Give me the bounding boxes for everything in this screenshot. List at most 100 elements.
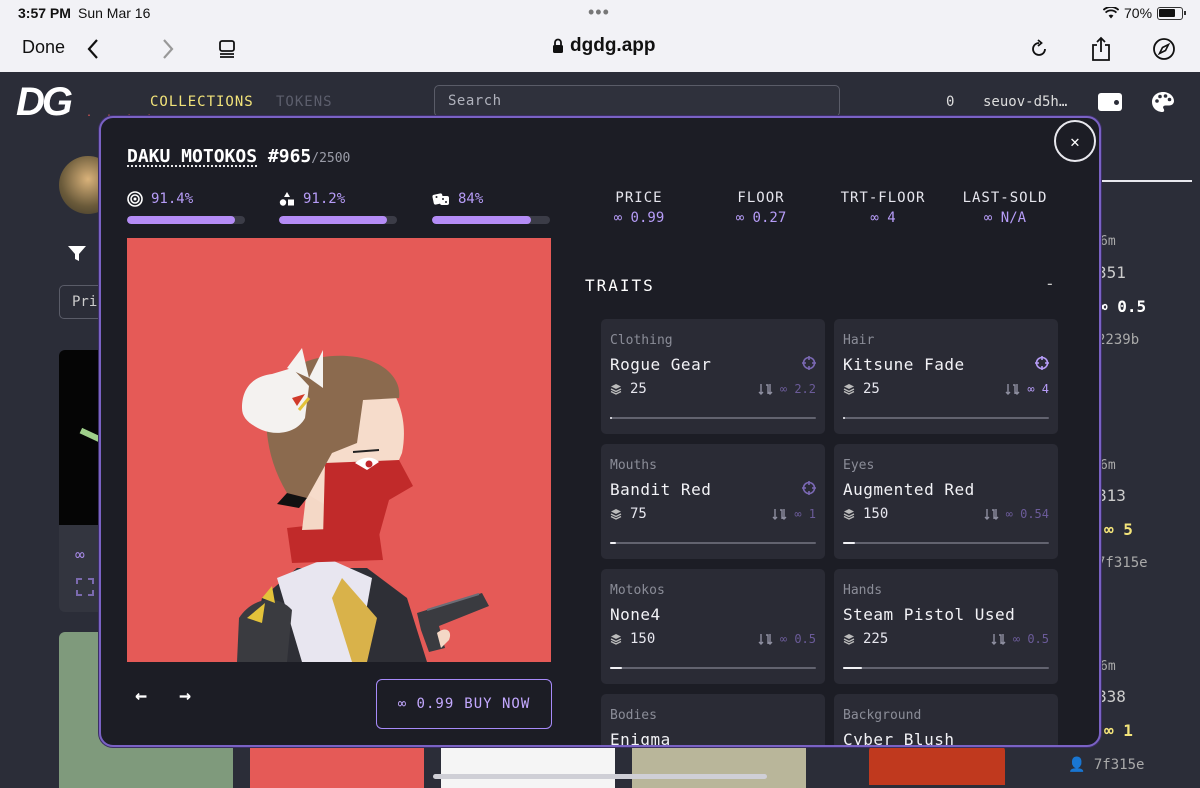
share-icon[interactable] [1086,34,1116,64]
layers-icon [843,384,855,395]
trait-card[interactable]: Mouths Bandit Red 75 ∞ 1 [601,444,825,559]
trait-floor: ∞ 0.5 [758,632,816,646]
home-indicator[interactable] [433,774,767,779]
icp-icon: ∞ [75,545,85,564]
sort-icon [984,509,999,520]
forward-icon[interactable] [153,34,183,64]
trait-value: None4 [610,605,661,624]
buy-label: BUY NOW [464,696,531,712]
trait-value: Rogue Gear [610,355,712,374]
sort-icon [1005,384,1020,395]
next-token-button[interactable]: → [179,683,191,707]
trait-count: 150 [843,506,888,522]
status-date: Sun Mar 16 [78,5,151,21]
status-bar: 3:57 PM Sun Mar 16 ••• 70% [0,0,1200,26]
traits-collapse-button[interactable]: - [1045,274,1055,293]
expand-icon[interactable] [76,578,94,596]
trait-count: 25 [610,381,647,397]
trait-value: Enigma [610,730,671,747]
battery-icon [1157,7,1186,20]
token-card[interactable] [869,745,1005,785]
trait-value: Kitsune Fade [843,355,965,374]
rarity-stat: 91.4% [127,190,245,224]
done-button[interactable]: Done [22,37,65,58]
trait-rarity-bar [843,542,1049,544]
collection-link[interactable]: DAKU MOTOKOS [127,146,257,167]
palette-icon[interactable] [1151,91,1175,117]
trait-count: 25 [843,381,880,397]
trait-card[interactable]: Eyes Augmented Red 150 ∞ 0.54 [834,444,1058,559]
search-input[interactable] [435,86,839,116]
dice-icon [432,193,449,205]
trait-card[interactable]: Clothing Rogue Gear 25 ∞ 2.2 [601,319,825,434]
multitask-dots-icon[interactable]: ••• [588,2,610,23]
account-id[interactable]: seuov-d5h… [983,94,1067,110]
dice-stat: 84% [432,190,550,224]
rarity-bar [127,216,245,224]
crosshair-icon[interactable] [1035,355,1049,374]
url-bar[interactable]: dgdg.app [552,35,655,57]
trait-category: Mouths [610,458,657,473]
wallet-icon[interactable] [1098,93,1122,111]
sort-icon [772,509,787,520]
trait-rarity-bar [843,667,1049,669]
trait-rarity-bar [610,417,816,419]
trait-floor: ∞ 2.2 [758,382,816,396]
back-icon[interactable] [78,34,108,64]
reload-icon[interactable] [1024,34,1054,64]
trait-card[interactable]: Background Cyber Blush [834,694,1058,747]
dice-bar [432,216,550,224]
nav-tokens[interactable]: TOKENS [276,94,333,110]
layers-icon [610,384,622,395]
layers-icon [843,509,855,520]
browser-toolbar: Done dgdg.app [0,26,1200,72]
shapes-stat: 91.2% [279,190,397,224]
close-icon[interactable]: ✕ [1054,120,1096,162]
url-text: dgdg.app [570,35,656,56]
trait-card[interactable]: Motokos None4 150 ∞ 0.5 [601,569,825,684]
crosshair-icon[interactable] [802,355,816,374]
trait-card[interactable]: Hair Kitsune Fade 25 ∞ 4 [834,319,1058,434]
trait-value: Steam Pistol Used [843,605,1016,624]
trait-rarity-bar [610,542,816,544]
trait-value: Bandit Red [610,480,712,499]
token-image[interactable] [127,238,551,662]
token-number: #965 [267,146,312,167]
trait-category: Bodies [610,708,657,723]
trait-floor: ∞ 1 [772,507,816,521]
trait-category: Clothing [610,333,673,348]
trait-floor: ∞ 4 [1005,382,1049,396]
shapes-bar [279,216,397,224]
trait-card[interactable]: Hands Steam Pistol Used 225 ∞ 0.5 [834,569,1058,684]
layers-icon [843,634,855,645]
trait-category: Eyes [843,458,875,473]
prev-token-button[interactable]: ← [135,683,147,707]
cart-count[interactable]: 0 [946,94,954,110]
buy-now-button[interactable]: ∞ 0.99 BUY NOW [376,679,552,729]
collection-total: /2500 [311,151,351,166]
trait-category: Motokos [610,583,665,598]
trait-count: 75 [610,506,647,522]
lock-icon [553,38,563,53]
trait-card[interactable]: Bodies Enigma [601,694,825,747]
filter-icon[interactable] [67,245,87,267]
sort-select-label: Pri [72,294,98,310]
trt-floor-stat: TRT-FLOOR ∞ 4 [840,190,926,226]
trait-value: Augmented Red [843,480,975,499]
rarity-icon [127,191,143,207]
search-box [434,85,840,117]
battery-percent: 70% [1124,5,1153,21]
trait-value: Cyber Blush [843,730,955,747]
last-sold-stat: LAST-SOLD ∞ N/A [962,190,1048,226]
dg-logo[interactable]: DG [16,80,73,125]
tab-underline [1100,180,1192,182]
nav-collections[interactable]: COLLECTIONS [150,94,254,110]
trait-floor: ∞ 0.54 [984,507,1049,521]
sort-icon [758,634,773,645]
tab-overview-icon[interactable] [212,34,242,64]
compass-icon[interactable] [1149,34,1179,64]
wifi-icon [1102,6,1120,22]
trait-category: Hands [843,583,883,598]
crosshair-icon[interactable] [802,480,816,499]
traits-heading: TRAITS [585,276,655,295]
